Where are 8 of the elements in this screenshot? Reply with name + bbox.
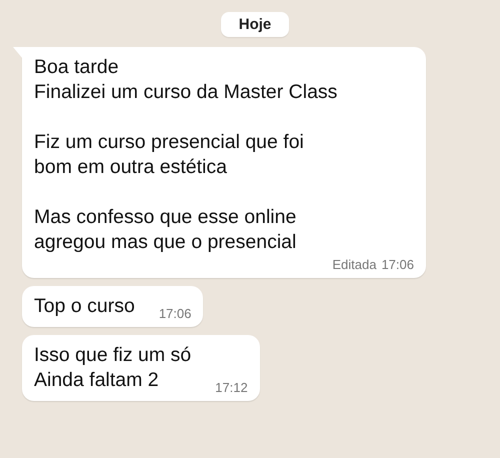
message-time: 17:06 bbox=[158, 306, 192, 321]
message-time: 17:06 bbox=[381, 257, 414, 272]
message-text: Boa tarde Finalizei um curso da Master Class Fiz um curso presencial que foi bom em outra estética Mas confesso que esse online agregou mas que o presencial bbox=[34, 55, 338, 255]
message-text: Isso que fiz um só Ainda faltam 2 bbox=[34, 343, 192, 393]
message-time: 17:12 bbox=[215, 380, 248, 395]
date-pill: Hoje bbox=[220, 12, 290, 37]
edited-label: Editada bbox=[332, 257, 376, 272]
message-text: Top o curso bbox=[34, 294, 135, 319]
